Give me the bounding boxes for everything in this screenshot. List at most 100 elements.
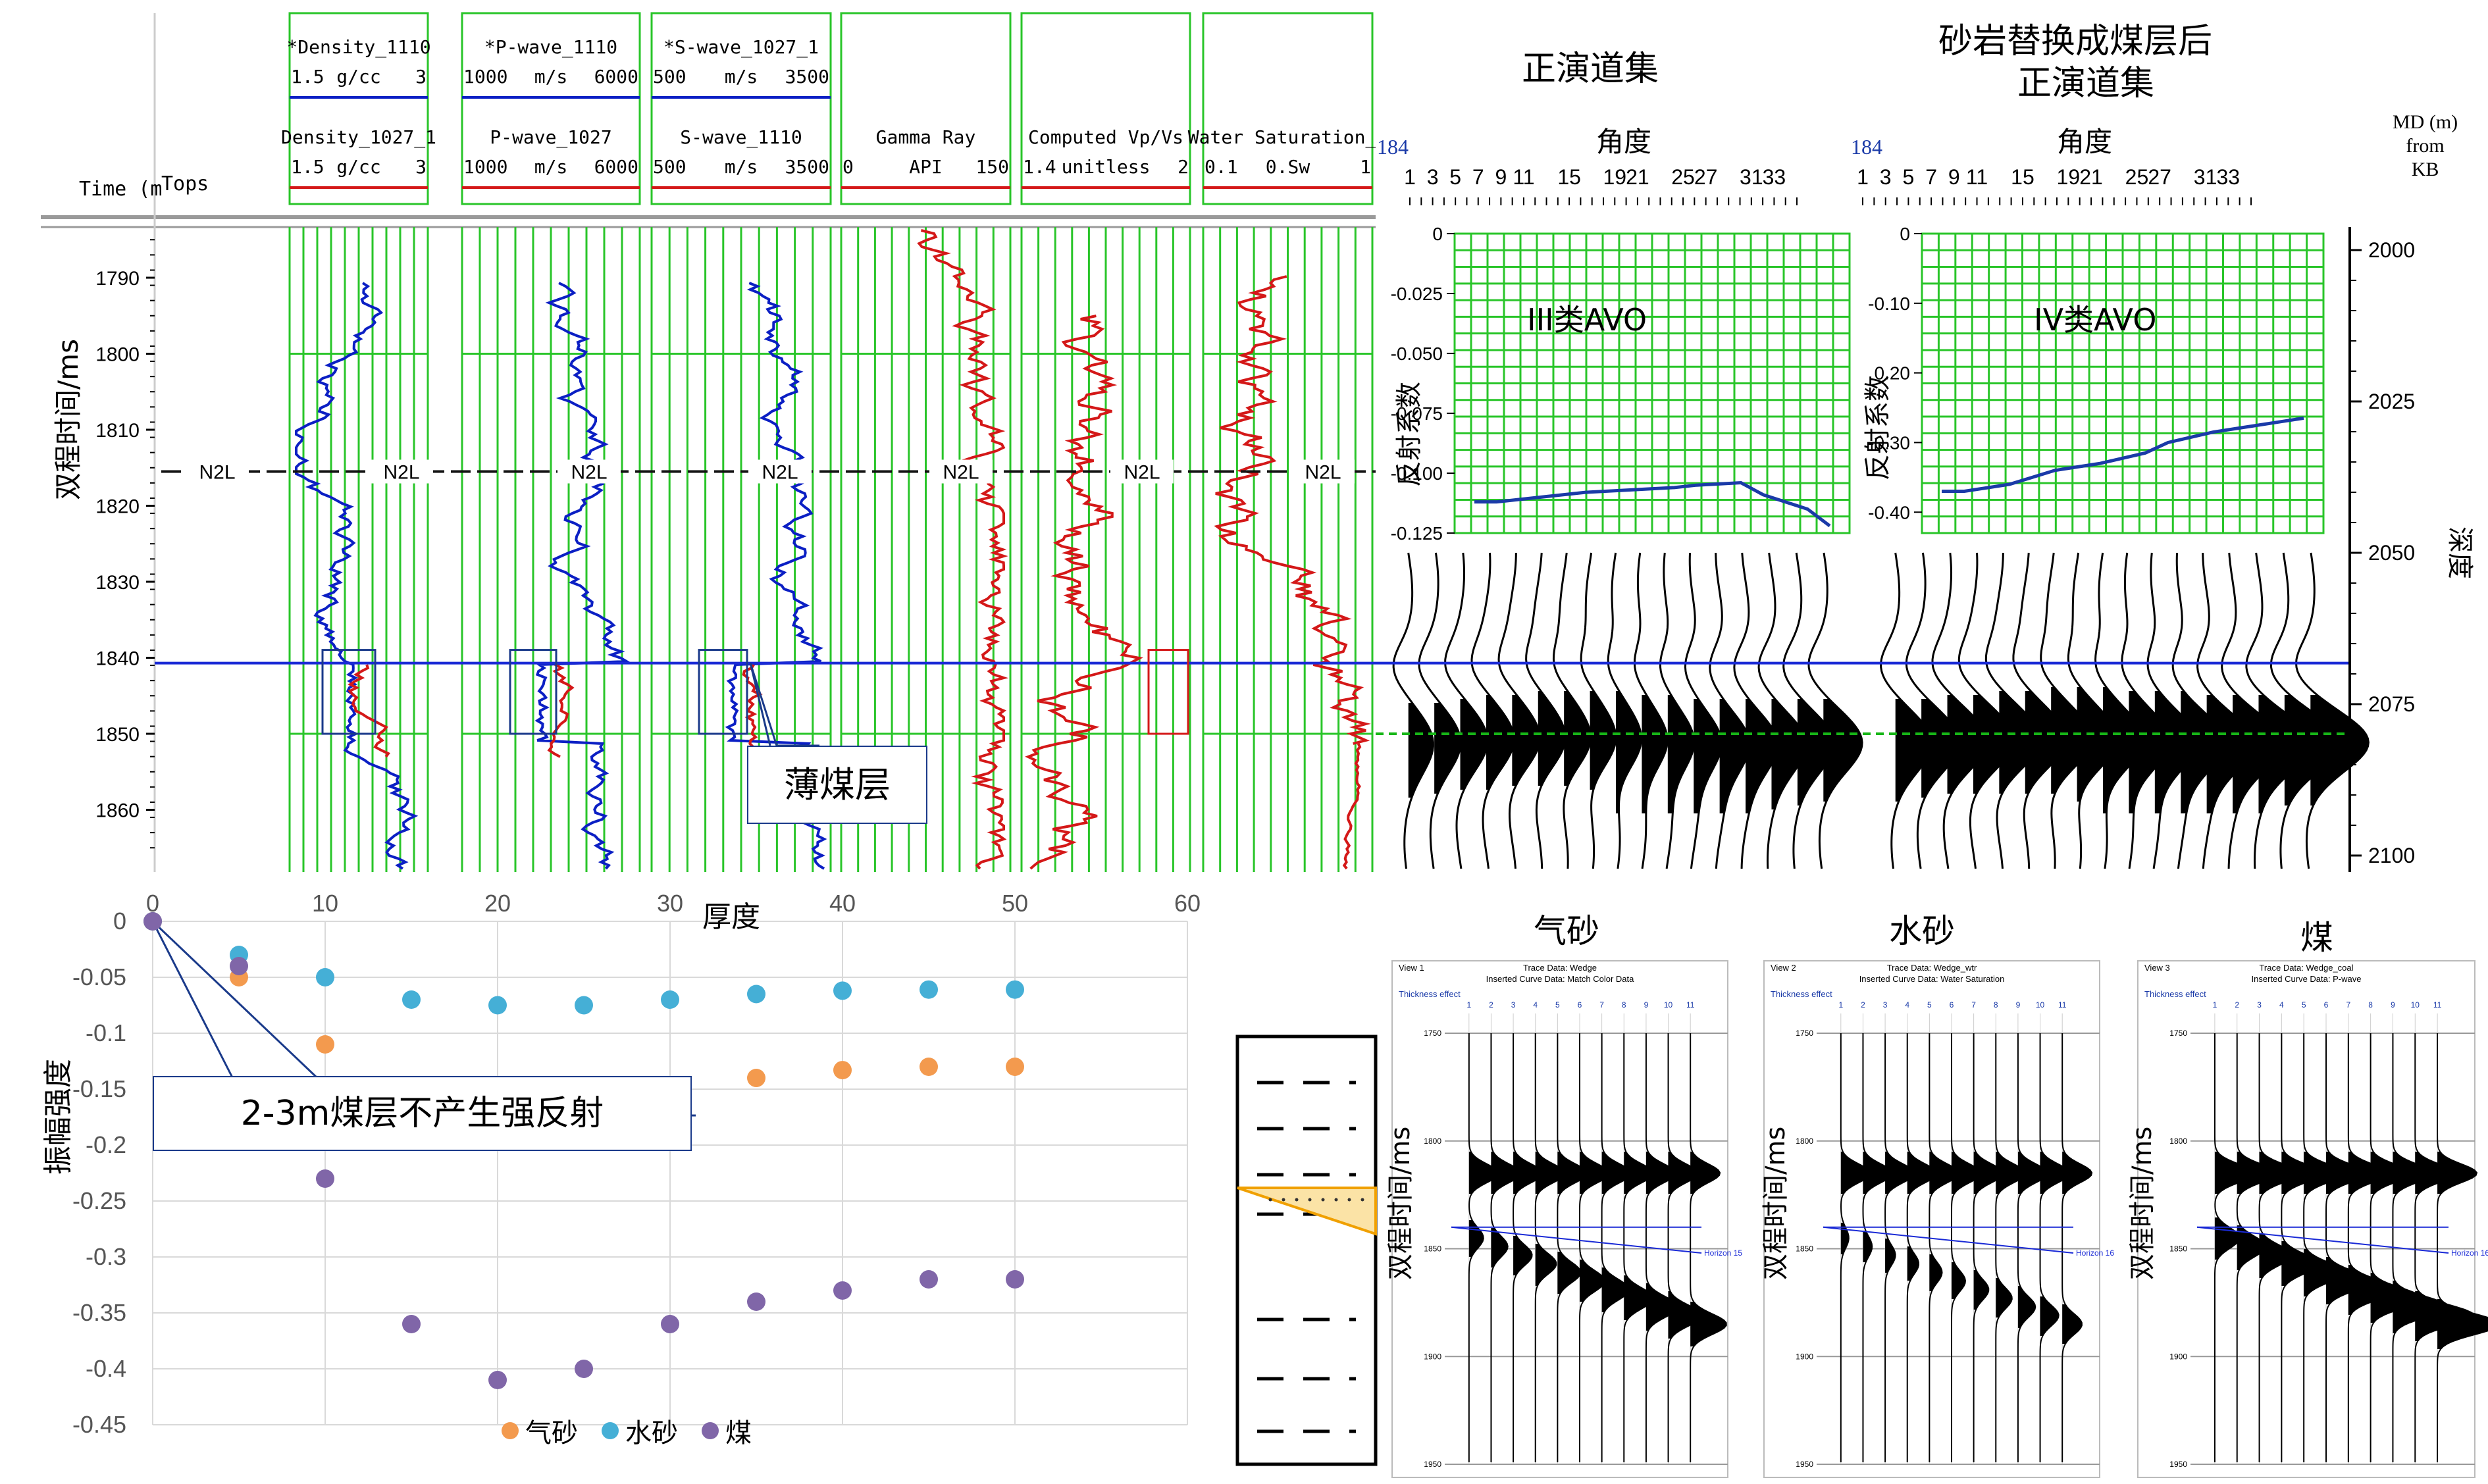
scatter-point-1 (833, 981, 852, 1000)
wedge-trace-number: 1 (1466, 1000, 1471, 1010)
track-bottom-unit: m/s (534, 156, 568, 178)
left-angle-tick: 25 (1671, 165, 1695, 189)
wedge-trace-number: 8 (2368, 1000, 2373, 1010)
left-angle-label: 角度 (1596, 126, 1652, 158)
wedge-time-label: 1850 (1796, 1244, 1813, 1254)
wedge-trace-number: 10 (2411, 1000, 2420, 1010)
thin-coal-label: 薄煤层 (747, 746, 927, 824)
track-top-max: 3 (415, 66, 427, 88)
wedge-trace-number: 8 (1994, 1000, 1998, 1010)
scatter-y-tick: -0.05 (72, 963, 126, 990)
scatter-xlabel: 厚度 (702, 900, 760, 934)
wedge-trace-number: 10 (2036, 1000, 2045, 1010)
scatter-point-0 (1006, 1058, 1024, 1076)
track-bottom-max: 150 (975, 156, 1009, 178)
left-avo-plot-ytick-label: 0 (1432, 224, 1443, 244)
right-avo-plot-ytick-label: -0.40 (1868, 502, 1910, 523)
wedge-horizon-label: Horizon 16 (2076, 1248, 2114, 1258)
scatter-y-tick: -0.2 (86, 1131, 126, 1158)
time-tick-label: 1840 (95, 648, 140, 670)
left-gather-title: 正演道集 (1522, 49, 1659, 89)
wedge-panel-frame (2137, 960, 2475, 1478)
left-gather-trace-fill (1564, 691, 1591, 786)
wedge-sand-dot (1308, 1198, 1312, 1202)
left-gather-trace-fill (1719, 699, 1749, 813)
scatter-point-1 (316, 968, 334, 986)
track-bottom-name: Computed Vp/Vs (1027, 126, 1184, 148)
depth-tick-label: 2000 (2368, 238, 2415, 262)
track-bottom-max: 1 (1360, 156, 1371, 178)
left-avo-plot-ytick-label: -0.025 (1391, 284, 1443, 304)
left-angle-tick: 1 (1404, 165, 1416, 189)
wedge-trace-number: 11 (2058, 1000, 2067, 1010)
scatter-y-tick: -0.3 (86, 1243, 126, 1270)
left-gather-trace-fill (1616, 691, 1642, 813)
wedge-time-label: 1950 (2169, 1460, 2187, 1469)
scatter-x-tick: 60 (1174, 890, 1201, 917)
wedge-trace-number: 7 (2346, 1000, 2350, 1010)
track-bottom-name: S-wave_1110 (680, 126, 802, 148)
scatter-ylabel: 振幅强度 (41, 1059, 75, 1175)
left-gather-trace-fill (1642, 695, 1668, 813)
legend-marker-gas-sand (502, 1422, 519, 1439)
left-gather-trace-fill (1694, 699, 1722, 813)
wedge-trace-number: 3 (2257, 1000, 2262, 1010)
track-bottom-unit: 0.Sw (1265, 156, 1310, 178)
wedge-trace-number: 2 (1861, 1000, 1865, 1010)
scatter-svg: 0 10 20 30 40 50 600-0.05-0.1-0.15-0.2-0.25-0.… (72, 890, 1201, 1438)
wedge-trace-number: 6 (1950, 1000, 1954, 1010)
wedge-time-label: 1850 (1424, 1244, 1441, 1254)
legend-label-water-sand: 水砂 (625, 1418, 678, 1448)
wedge-time-label: 1900 (2169, 1352, 2187, 1361)
wedge-view-label: View 3 (2144, 963, 2170, 973)
wedge-time-label: 1800 (1424, 1137, 1441, 1146)
scatter-point-1 (661, 990, 679, 1009)
wedge-trace-number: 9 (1644, 1000, 1649, 1010)
left-angle-tick: 31 (1740, 165, 1763, 189)
wedge-trace-number: 7 (1971, 1000, 1976, 1010)
wedge-sand-dot (1361, 1198, 1364, 1202)
wedge-time-label: 1900 (1424, 1352, 1441, 1361)
wedge-trace-number: 2 (2235, 1000, 2239, 1010)
left-angle-tick: 19 (1603, 165, 1626, 189)
n2l-label: N2L (383, 462, 419, 484)
time-tick-label: 1810 (95, 420, 140, 442)
wedge-trace-number: 1 (1838, 1000, 1843, 1010)
right-angle-tick: 11 (1966, 165, 1988, 189)
scatter-y-tick: 0 (113, 908, 126, 934)
scatter-y-tick: -0.35 (72, 1299, 126, 1326)
right-avo-class-label: IV类AVO (2034, 302, 2157, 338)
md-label-line1: MD (m) (2393, 111, 2458, 133)
left-avo-plot-ytick-label: -0.050 (1391, 344, 1443, 364)
right-angle-tick: 25 (2125, 165, 2149, 189)
lithology-column (1235, 1035, 1378, 1466)
time-tick-label: 1860 (95, 800, 140, 822)
legend-marker-coal (702, 1422, 719, 1439)
wedge-time-label: 1800 (1796, 1137, 1813, 1146)
left-angle-tick: 15 (1557, 165, 1581, 189)
right-gather-trace-fill (2310, 695, 2369, 806)
wedge-title-gas-sand: 气砂 (1534, 912, 1599, 950)
track-top-min: 1000 (463, 66, 508, 88)
track-top-unit: m/s (724, 66, 758, 88)
left-angle-tick: 27 (1694, 165, 1718, 189)
scatter-point-0 (833, 1061, 852, 1080)
scatter-point-1 (575, 996, 593, 1015)
track-bottom-max: 3500 (785, 156, 829, 178)
track-top-name: *S-wave_1027_1 (663, 36, 819, 58)
wedge-trace-number: 11 (1686, 1000, 1695, 1010)
n2l-label: N2L (1305, 462, 1341, 484)
right-angle-tick: 27 (2148, 165, 2171, 189)
n2l-label: N2L (1124, 462, 1160, 484)
right-angle-tick: 7 (1925, 165, 1937, 189)
wedge-trace-number: 6 (1578, 1000, 1582, 1010)
legend-item-coal: 煤 (702, 1412, 752, 1450)
left-gather-trace-fill (1486, 695, 1515, 790)
wedge-sand-dot (1321, 1198, 1325, 1202)
wedge-panel-frame (1763, 960, 2100, 1478)
well-log-panel: 1790 1800 1810 1820 1830 1840 1850 1860 N2L N2L N2… (0, 0, 1387, 872)
depth-tick-label: 2025 (2368, 390, 2415, 413)
scatter-legend: 气砂 水砂 煤 (502, 1412, 752, 1450)
wedge-thickness-label: Thickness effect (1399, 989, 1461, 999)
left-gather-trace-fill (1667, 695, 1694, 813)
